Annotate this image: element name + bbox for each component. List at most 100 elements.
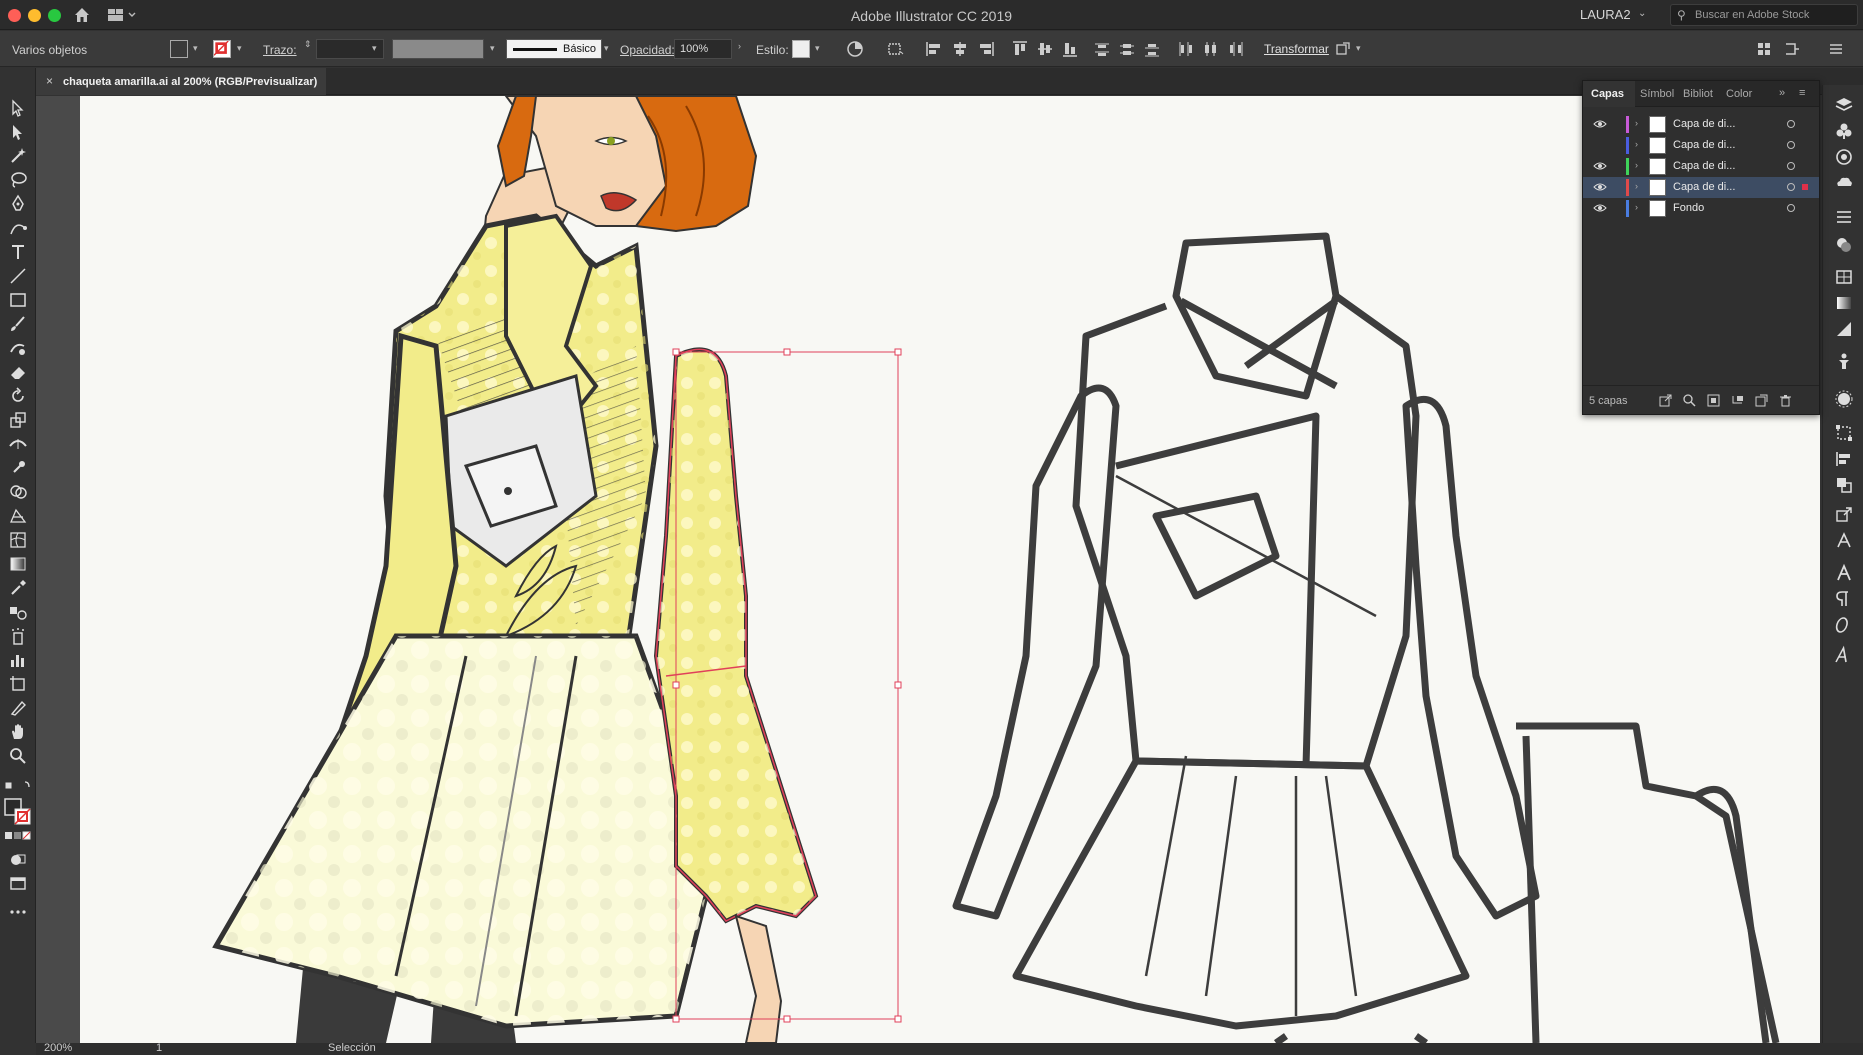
asset-export-icon[interactable]: [1834, 505, 1854, 525]
locate-object-icon[interactable]: [1683, 394, 1696, 407]
expand-arrow-icon[interactable]: ›: [1635, 118, 1638, 128]
layer-name[interactable]: Capa de di...: [1673, 139, 1735, 151]
document-tab[interactable]: × chaqueta amarilla.ai al 200% (RGB/Prev…: [36, 68, 326, 95]
selection-indicator[interactable]: [1802, 184, 1808, 190]
layer-target-icon[interactable]: [1787, 120, 1795, 128]
paintbrush-tool-icon[interactable]: [8, 314, 28, 334]
visibility-eye-icon[interactable]: [1593, 160, 1607, 172]
collapse-panel-icon[interactable]: »: [1779, 87, 1785, 99]
drawing-mode-icon[interactable]: [8, 850, 28, 870]
scale-tool-icon[interactable]: [8, 410, 28, 430]
width-tool-icon[interactable]: [8, 434, 28, 454]
stroke-stepper-icon[interactable]: ⇕: [304, 39, 312, 50]
layers-icon[interactable]: [1834, 95, 1854, 115]
new-layer-icon[interactable]: [1755, 394, 1768, 407]
glyphs-icon[interactable]: [1834, 645, 1854, 665]
rectangle-tool-icon[interactable]: [8, 290, 28, 310]
column-graph-tool-icon[interactable]: [8, 650, 28, 670]
direct-selection-tool-icon[interactable]: [8, 122, 28, 142]
blend-tool-icon[interactable]: [8, 602, 28, 622]
screen-mode-icon[interactable]: [8, 874, 28, 894]
align-to-icon[interactable]: [886, 40, 904, 58]
swap-fill-stroke-icon[interactable]: [3, 778, 33, 798]
panel-menu-icon[interactable]: [1783, 40, 1801, 58]
tab-layers[interactable]: Capas: [1591, 88, 1624, 100]
layer-row-selected[interactable]: › Capa de di...: [1583, 177, 1819, 198]
transform-panel-link[interactable]: Transformar: [1264, 42, 1329, 56]
fill-swatch[interactable]: [170, 40, 188, 58]
align-top-icon[interactable]: [1011, 40, 1029, 58]
align-vertical-center-icon[interactable]: [1036, 40, 1054, 58]
chevron-down-icon[interactable]: ▾: [372, 43, 377, 54]
control-bar-menu-icon[interactable]: [1827, 40, 1845, 58]
selection-tool-icon[interactable]: [8, 98, 28, 118]
distribute-vertical-center-icon[interactable]: [1118, 40, 1136, 58]
gradient-tool-icon[interactable]: [8, 554, 28, 574]
puppet-icon[interactable]: [1834, 351, 1854, 371]
tab-symbols[interactable]: Símbol: [1640, 88, 1674, 100]
paragraph-icon[interactable]: [1834, 589, 1854, 609]
layer-target-icon[interactable]: [1787, 183, 1795, 191]
stroke-label[interactable]: Trazo:: [263, 43, 297, 57]
chevron-down-icon[interactable]: ▾: [193, 43, 198, 54]
pathfinder-icon[interactable]: [1834, 475, 1854, 495]
delete-layer-icon[interactable]: [1779, 394, 1792, 407]
artwork[interactable]: [36, 96, 1820, 1043]
align-right-icon[interactable]: [977, 40, 995, 58]
distribute-bottom-icon[interactable]: [1143, 40, 1161, 58]
user-account-menu[interactable]: LAURA2: [1580, 7, 1631, 22]
type-tool-icon[interactable]: [8, 242, 28, 262]
canvas[interactable]: [36, 96, 1820, 1043]
isolate-group-icon[interactable]: [1334, 40, 1352, 58]
opacity-label[interactable]: Opacidad:: [620, 43, 675, 57]
arrange-documents-icon[interactable]: [1755, 40, 1773, 58]
edit-toolbar-icon[interactable]: [8, 902, 28, 922]
expand-arrow-icon[interactable]: ›: [1635, 202, 1638, 212]
eraser-tool-icon[interactable]: [8, 362, 28, 382]
hand-tool-icon[interactable]: [8, 722, 28, 742]
shape-builder-tool-icon[interactable]: [8, 482, 28, 502]
puppet-warp-tool-icon[interactable]: [8, 458, 28, 478]
distribute-left-icon[interactable]: [1176, 40, 1194, 58]
clipping-mask-icon[interactable]: [1707, 394, 1720, 407]
zoom-level[interactable]: 200%: [44, 1042, 72, 1054]
chevron-down-icon[interactable]: ▾: [490, 43, 495, 54]
new-sublayer-icon[interactable]: [1731, 394, 1744, 407]
align-bottom-icon[interactable]: [1061, 40, 1079, 58]
mesh-tool-icon[interactable]: [8, 530, 28, 550]
layer-name[interactable]: Capa de di...: [1673, 181, 1735, 193]
layer-row[interactable]: › Capa de di...: [1583, 156, 1819, 177]
layer-target-icon[interactable]: [1787, 204, 1795, 212]
fill-stroke-selector[interactable]: [4, 798, 32, 826]
recolor-artwork-icon[interactable]: [846, 40, 864, 58]
lasso-tool-icon[interactable]: [8, 170, 28, 190]
stroke-swatch[interactable]: [213, 40, 231, 58]
swatches-icon[interactable]: [1834, 267, 1854, 287]
rotate-tool-icon[interactable]: [8, 386, 28, 406]
align-left-icon[interactable]: [925, 40, 943, 58]
color-mode-buttons[interactable]: [4, 830, 32, 842]
gradient-panel-icon[interactable]: [1834, 293, 1854, 313]
zoom-tool-icon[interactable]: [8, 746, 28, 766]
chevron-down-icon[interactable]: ⌄: [1638, 8, 1646, 19]
layer-target-icon[interactable]: [1787, 162, 1795, 170]
opentype-icon[interactable]: [1834, 615, 1854, 635]
distribute-right-icon[interactable]: [1226, 40, 1244, 58]
layer-row[interactable]: › Capa de di...: [1583, 114, 1819, 135]
distribute-top-icon[interactable]: [1093, 40, 1111, 58]
expand-arrow-icon[interactable]: ›: [1635, 160, 1638, 170]
expand-arrow-icon[interactable]: ›: [1635, 139, 1638, 149]
artboard-navigator[interactable]: 1: [156, 1042, 162, 1054]
stock-search-input[interactable]: ⚲ Buscar en Adobe Stock: [1670, 4, 1858, 26]
variable-width-profile[interactable]: [392, 39, 484, 59]
expand-arrow-icon[interactable]: ›: [1635, 181, 1638, 191]
line-segment-tool-icon[interactable]: [8, 266, 28, 286]
slice-tool-icon[interactable]: [8, 698, 28, 718]
layer-name[interactable]: Capa de di...: [1673, 118, 1735, 130]
layer-name[interactable]: Fondo: [1673, 202, 1704, 214]
visibility-eye-icon[interactable]: [1593, 181, 1607, 193]
align-icon[interactable]: [1834, 449, 1854, 469]
close-tab-icon[interactable]: ×: [46, 74, 53, 88]
layer-row[interactable]: › Fondo: [1583, 198, 1819, 219]
visibility-eye-icon[interactable]: [1593, 202, 1607, 214]
